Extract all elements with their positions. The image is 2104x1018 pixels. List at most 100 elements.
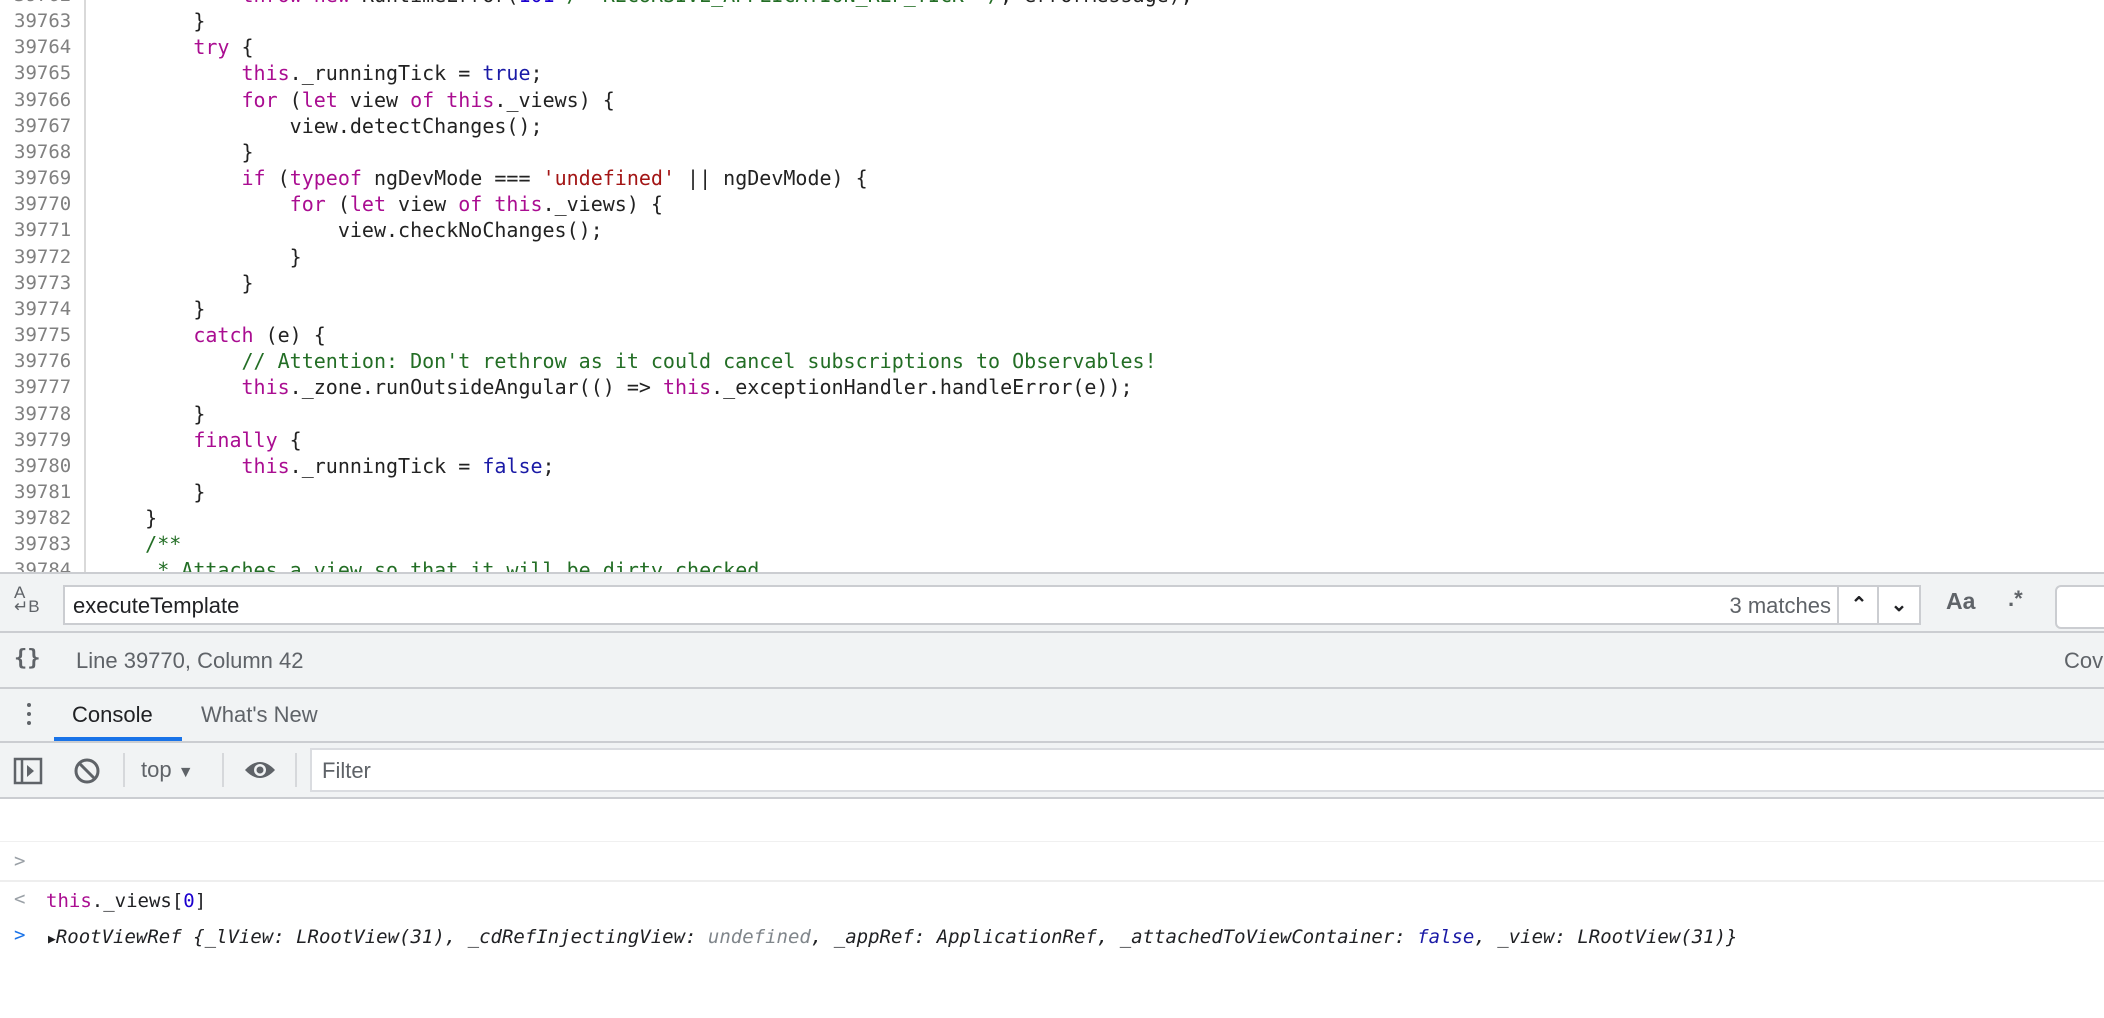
expand-triangle-icon[interactable]: ▶ [48,932,56,947]
previous-match-button[interactable]: ⌃ [1837,587,1879,623]
token: ( [325,192,350,217]
token: { [277,427,302,452]
token: } [97,9,206,34]
property-value: : [1394,926,1418,948]
code-text: throw new RuntimeError(101 /* RECURSIVE_… [97,0,1193,8]
tab-whats-new[interactable]: What's New [201,702,318,728]
line-number: 39765 [14,62,72,85]
token-kw: let [349,192,386,217]
code-text: this._runningTick = false; [97,453,555,479]
toolbar-divider [222,753,224,787]
replace-toggle-icon[interactable]: A ↵B [14,584,40,615]
token: ; [542,453,555,478]
clear-console-icon[interactable] [72,756,102,791]
token-kw: finally [193,427,278,452]
line-number: 39783 [14,533,72,556]
line-number: 39784 [14,559,72,572]
replace-input[interactable] [2055,585,2104,629]
line-number: 39772 [14,245,72,268]
toolbar-divider [123,753,125,787]
console-output-object[interactable]: ▶RootViewRef {_lView: LRootView(31), _cd… [48,918,1738,959]
token-kw: throw new [242,0,350,7]
token: } [97,244,302,269]
console-input-row: > this._views[0] [0,801,2104,912]
code-text: } [97,139,254,165]
search-field[interactable]: 3 matches ⌃ ⌄ [63,585,1921,625]
code-text: } [97,479,205,505]
token-cm: /* RECURSIVE_APPLICATION_REF_TICK */ [555,0,1001,7]
token: ; [530,61,543,86]
token-cm: * Attaches a view so that it will be dir… [157,558,772,572]
code-text: } [97,270,254,296]
token: ._exceptionHandler.handleError(e)); [711,375,1133,400]
property-value: , [810,926,834,948]
property-value: : ApplicationRef, [913,926,1120,948]
token: } [97,139,254,164]
line-number: 39773 [14,271,72,294]
editor-status-bar: {} Line 39770, Column 42 Cov [0,633,2104,689]
code-text: try { [97,34,254,60]
line-number: 39780 [14,454,72,477]
code-text: for (let view of this._views) { [97,87,615,113]
drawer-tab-bar: Console What's New [0,689,2104,743]
regex-button[interactable]: .* [2008,586,2023,612]
token: view [386,192,459,217]
next-match-button[interactable]: ⌄ [1877,587,1919,623]
eye-icon[interactable] [243,758,277,787]
source-editor[interactable]: 39762 throw new RuntimeError(101 /* RECU… [0,0,2104,572]
active-tab-indicator [54,737,182,741]
cursor-position: Line 39770, Column 42 [76,648,304,673]
tab-console[interactable]: Console [72,702,153,728]
pretty-print-icon[interactable]: {} [14,646,41,671]
context-selector[interactable]: top ▼ [141,757,194,783]
line-number: 39779 [14,428,72,451]
line-number: 39781 [14,480,72,503]
line-number: 39776 [14,350,72,373]
token: } [97,270,254,295]
code-text: } [97,296,205,322]
token: , errorMessage); [1000,0,1193,7]
property-value: , [1474,926,1498,948]
prompt-caret-icon: > [14,924,26,946]
token-kw: of [458,192,483,217]
token-cm: /** [145,532,182,557]
code-text: catch (e) { [97,322,325,348]
property-value: { [181,926,205,948]
token-kw: this [241,375,290,400]
token: } [97,401,206,426]
line-number: 39774 [14,297,72,320]
token: || ngDevMode) { [675,166,868,191]
token-lit: false [482,453,543,478]
line-number: 39763 [14,10,72,33]
token-kw: for [241,87,278,112]
token-kw: try [193,35,230,60]
code-text: } [97,244,302,270]
context-label: top [141,757,172,782]
code-text: } [97,505,157,531]
property-value: undefined [707,926,811,948]
sidebar-toggle-icon[interactable] [13,757,43,790]
token-kw: catch [193,323,254,348]
filter-field[interactable] [310,748,2104,792]
token-num: 101 [518,0,554,7]
token: } [97,296,206,321]
code-text: this._runningTick = true; [97,60,543,86]
search-input[interactable] [71,587,1675,625]
match-case-button[interactable]: Aa [1946,588,1975,615]
match-count: 3 matches [1729,593,1832,618]
token: ( [277,87,302,112]
filter-input[interactable] [320,754,2024,788]
token: view.detectChanges(); [97,113,543,138]
property-name: _view [1497,926,1555,948]
token: { [229,35,254,60]
token-kw: this [662,375,712,400]
console-prompt-row[interactable]: > [0,881,2104,946]
more-options-icon[interactable] [27,703,31,730]
line-number: 39766 [14,88,72,111]
